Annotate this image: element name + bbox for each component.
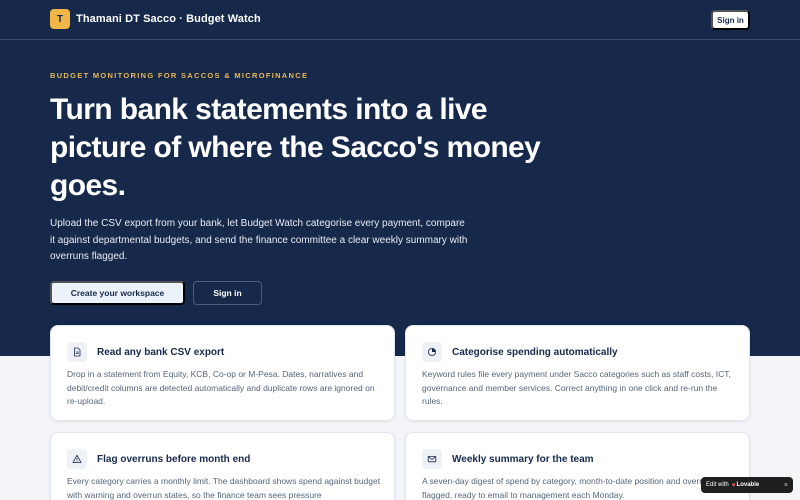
warning-icon — [67, 449, 87, 469]
edit-badge-brand: Lovable — [736, 482, 760, 488]
header-sign-in-button[interactable]: Sign in — [711, 10, 750, 30]
feature-card-csv: Read any bank CSV export Drop in a state… — [50, 325, 395, 421]
feature-description: Every category carries a monthly limit. … — [67, 476, 381, 500]
hero-eyebrow: Budget monitoring for Saccos & microfina… — [50, 71, 309, 80]
feature-title: Weekly summary for the team — [452, 453, 594, 465]
pie-chart-icon — [422, 342, 442, 362]
feature-card-weekly-summary: Weekly summary for the team A seven-day … — [405, 432, 750, 500]
edit-with-lovable-badge[interactable]: Edit with ♥ Lovable × — [701, 477, 793, 493]
heart-icon: ♥ — [731, 481, 736, 489]
create-workspace-button[interactable]: Create your workspace — [50, 281, 185, 305]
hero-headline: Turn bank statements into a live picture… — [50, 93, 541, 202]
hero-description: Upload the CSV export from your bank, le… — [50, 218, 468, 262]
brand-logo: T — [50, 9, 70, 29]
feature-title: Read any bank CSV export — [97, 346, 225, 358]
mail-icon — [422, 449, 442, 469]
feature-title: Categorise spending automatically — [452, 346, 618, 358]
edit-badge-label: Edit with — [706, 482, 729, 488]
top-navigation: T Thamani DT Sacco · Budget Watch Sign i… — [0, 0, 800, 40]
close-icon[interactable]: × — [784, 482, 788, 489]
feature-title: Flag overruns before month end — [97, 453, 251, 465]
feature-card-overruns: Flag overruns before month end Every cat… — [50, 432, 395, 500]
brand-name: Thamani DT Sacco · Budget Watch — [76, 13, 261, 25]
brand[interactable]: T Thamani DT Sacco · Budget Watch — [50, 9, 261, 29]
hero-sign-in-button[interactable]: Sign in — [193, 281, 262, 305]
feature-description: A seven-day digest of spend by category,… — [422, 476, 712, 500]
feature-description: Keyword rules file every payment under S… — [422, 369, 731, 406]
feature-card-categorise: Categorise spending automatically Keywor… — [405, 325, 750, 421]
file-icon — [67, 342, 87, 362]
feature-description: Drop in a statement from Equity, KCB, Co… — [67, 369, 375, 406]
